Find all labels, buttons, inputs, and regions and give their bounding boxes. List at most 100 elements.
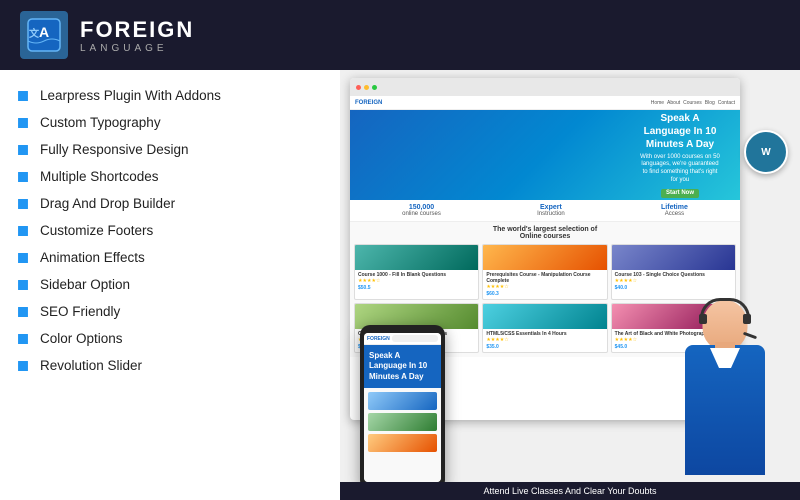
nav-link-about: About (667, 100, 680, 106)
feature-label: Multiple Shortcodes (40, 169, 159, 184)
phone-course-1 (368, 392, 437, 410)
site-nav-logo: FOREIGN (355, 100, 382, 106)
browser-bar (350, 78, 740, 96)
logo-icon: A 文 (20, 11, 68, 59)
feature-label: Revolution Slider (40, 358, 142, 373)
browser-dot-min (364, 85, 369, 90)
feature-item: Multiple Shortcodes (16, 163, 324, 190)
diamond-icon (13, 248, 33, 268)
bottom-bar: Attend Live Classes And Clear Your Doubt… (340, 482, 800, 500)
feature-item: Customize Footers (16, 217, 324, 244)
browser-dot-close (356, 85, 361, 90)
svg-text:文: 文 (29, 27, 40, 40)
feature-list: Learpress Plugin With Addons Custom Typog… (16, 82, 324, 379)
logo-title: FOREIGN (80, 17, 194, 43)
course-image (355, 245, 478, 270)
phone-hero-text: Speak A Language In 10 Minutes A Day (369, 351, 436, 382)
feature-label: Drag And Drop Builder (40, 196, 175, 211)
diamond-icon (13, 275, 33, 295)
feature-label: Animation Effects (40, 250, 145, 265)
phone-logo: FOREIGN (367, 336, 390, 342)
course-stars: ★★★★☆ (615, 278, 732, 284)
course-title: Prerequisites Course - Manipulation Cour… (486, 272, 603, 284)
diamond-icon (13, 113, 33, 133)
course-stars: ★★★★☆ (486, 284, 603, 290)
phone-course-3 (368, 434, 437, 452)
phone-screen: FOREIGN Speak A Language In 10 Minutes A… (364, 333, 441, 482)
nav-link-courses: Courses (683, 100, 702, 106)
feature-label: Color Options (40, 331, 123, 346)
feature-item: Animation Effects (16, 244, 324, 271)
feature-item: Revolution Slider (16, 352, 324, 379)
wp-icon: W (761, 147, 770, 158)
logo-text: FOREIGN LANGUAGE (80, 17, 194, 54)
diamond-icon (13, 356, 33, 376)
diamond-icon (13, 86, 33, 106)
stat-access: Lifetime Access (661, 204, 688, 217)
course-card: Course 1000 - Fill In Blank Questions ★★… (354, 244, 479, 300)
feature-label: Custom Typography (40, 115, 161, 130)
wordpress-badge: W (744, 130, 788, 174)
course-info: HTML5/CSS Essentials In 4 Hours ★★★★☆ $3… (483, 329, 606, 352)
course-stars: ★★★★☆ (486, 337, 603, 343)
feature-panel: Learpress Plugin With Addons Custom Typog… (0, 70, 340, 500)
course-info: Prerequisites Course - Manipulation Cour… (483, 270, 606, 299)
feature-label: SEO Friendly (40, 304, 120, 319)
diamond-icon (13, 140, 33, 160)
course-image (483, 304, 606, 329)
stats-bar: 150,000 online courses Expert Instructio… (350, 200, 740, 222)
course-card: HTML5/CSS Essentials In 4 Hours ★★★★☆ $3… (482, 303, 607, 353)
course-stars: ★★★★☆ (358, 278, 475, 284)
bottom-text: Attend Live Classes And Clear Your Doubt… (483, 486, 656, 496)
course-card: Prerequisites Course - Manipulation Cour… (482, 244, 607, 300)
site-hero-text: Speak A Language In 10 Minutes A Day Wit… (640, 112, 720, 199)
phone-body (364, 388, 441, 482)
stat-courses: 150,000 online courses (402, 204, 441, 217)
diamond-icon (13, 194, 33, 214)
nav-link-blog: Blog (705, 100, 715, 106)
course-price: $35.0 (486, 344, 603, 350)
phone-search (392, 335, 438, 342)
hero-btn[interactable]: Start Now (661, 189, 699, 199)
feature-label: Sidebar Option (40, 277, 130, 292)
feature-item: Sidebar Option (16, 271, 324, 298)
course-image (612, 245, 735, 270)
course-price: $60.3 (486, 291, 603, 297)
feature-item: SEO Friendly (16, 298, 324, 325)
feature-item: Color Options (16, 325, 324, 352)
phone-mockup: FOREIGN Speak A Language In 10 Minutes A… (360, 325, 445, 490)
course-image (483, 245, 606, 270)
hero-sub: With over 1000 courses on 50 languages, … (640, 154, 720, 185)
nav-link-home: Home (651, 100, 664, 106)
svg-text:A: A (39, 24, 49, 40)
diamond-icon (13, 302, 33, 322)
course-info: Course 1000 - Fill In Blank Questions ★★… (355, 270, 478, 293)
stat-instruction: Expert Instruction (537, 204, 565, 217)
feature-item: Drag And Drop Builder (16, 190, 324, 217)
header: A 文 FOREIGN LANGUAGE (0, 0, 800, 70)
phone-nav: FOREIGN (364, 333, 441, 345)
diamond-icon (13, 167, 33, 187)
site-hero: Speak A Language In 10 Minutes A Day Wit… (350, 110, 740, 200)
phone-hero: Speak A Language In 10 Minutes A Day (364, 345, 441, 388)
feature-label: Customize Footers (40, 223, 153, 238)
site-nav-links: Home About Courses Blog Contact (651, 100, 735, 106)
main-content: Learpress Plugin With Addons Custom Typog… (0, 70, 800, 500)
browser-dot-max (372, 85, 377, 90)
feature-label: Learpress Plugin With Addons (40, 88, 221, 103)
courses-title: The world's largest selection of Online … (354, 226, 736, 240)
feature-item: Fully Responsive Design (16, 136, 324, 163)
diamond-icon (13, 329, 33, 349)
site-nav: FOREIGN Home About Courses Blog Contact (350, 96, 740, 110)
logo-subtitle: LANGUAGE (80, 43, 194, 54)
customer-service-person (655, 290, 795, 500)
preview-panel: FOREIGN Home About Courses Blog Contact … (340, 70, 800, 500)
feature-item: Learpress Plugin With Addons (16, 82, 324, 109)
phone-course-2 (368, 413, 437, 431)
hero-tagline: Speak A Language In 10 Minutes A Day (640, 112, 720, 151)
feature-item: Custom Typography (16, 109, 324, 136)
feature-label: Fully Responsive Design (40, 142, 189, 157)
course-price: $50.5 (358, 285, 475, 291)
diamond-icon (13, 221, 33, 241)
nav-link-contact: Contact (718, 100, 735, 106)
